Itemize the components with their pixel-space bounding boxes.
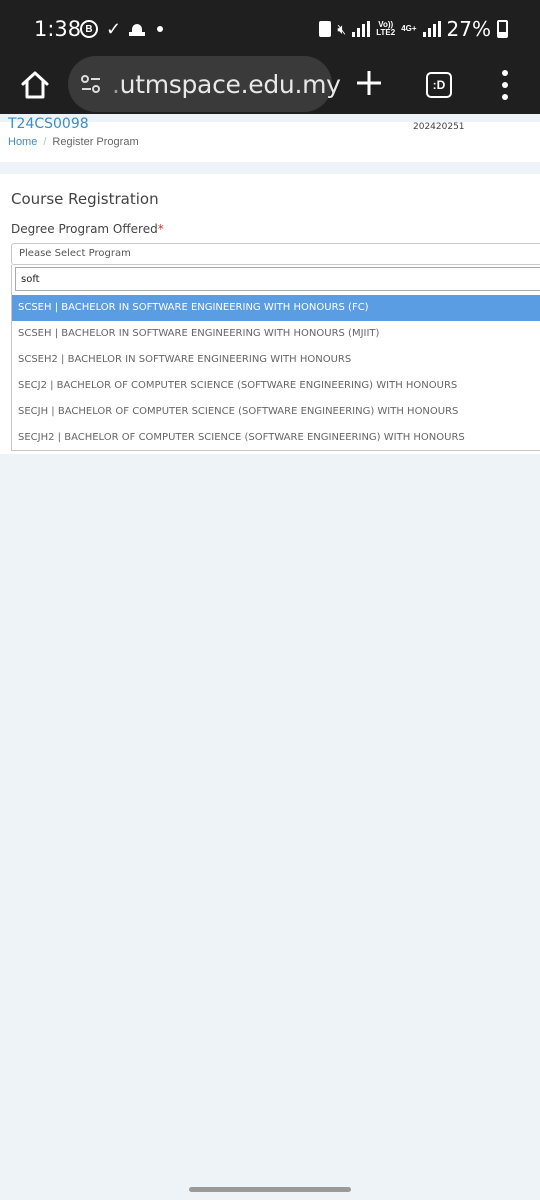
program-option[interactable]: SECJH2 | BACHELOR OF COMPUTER SCIENCE (S… [12, 425, 540, 451]
browser-toolbar: .utmspace.edu.my :D [0, 56, 540, 114]
b-circle-icon: B [80, 20, 98, 38]
session-code: 202420251 [413, 122, 465, 132]
program-option[interactable]: SCSEH2 | BACHELOR IN SOFTWARE ENGINEERIN… [12, 347, 540, 373]
new-tab-button[interactable] [352, 66, 386, 100]
program-option[interactable]: SECJ2 | BACHELOR OF COMPUTER SCIENCE (SO… [12, 373, 540, 399]
url-prefix: . [112, 69, 120, 99]
url-text[interactable]: .utmspace.edu.my [112, 70, 341, 99]
program-search-input[interactable] [15, 267, 540, 291]
registration-card: Course Registration Degree Program Offer… [0, 174, 540, 454]
status-bar: 1:38 B ✓ 🔇︎ Vo)) LTE2 4G+ 27% [0, 0, 540, 56]
breadcrumb-current: Register Program [52, 136, 139, 148]
menu-dot [502, 94, 508, 100]
breadcrumb-separator: / [43, 136, 47, 148]
check-icon: ✓ [106, 19, 122, 39]
program-field-label: Degree Program Offered* [11, 222, 164, 236]
notification-icons: B ✓ [80, 19, 164, 39]
page-header: T24CS0098 202420251 Home / Register Prog… [0, 116, 540, 162]
4g-icon: 4G+ [401, 24, 417, 33]
signal-icon [352, 21, 371, 37]
system-icons: 🔇︎ Vo)) LTE2 4G+ 27% [319, 17, 508, 41]
program-select[interactable]: Please Select Program [11, 243, 540, 265]
program-option[interactable]: SCSEH | BACHELOR IN SOFTWARE ENGINEERING… [12, 321, 540, 347]
breadcrumb: Home / Register Program [8, 136, 139, 148]
tab-switcher-button[interactable]: :D [426, 72, 452, 98]
program-dropdown: SCSEH | BACHELOR IN SOFTWARE ENGINEERING… [11, 265, 540, 451]
required-mark: * [157, 222, 164, 236]
mute-icon: 🔇︎ [337, 20, 347, 37]
program-label-text: Degree Program Offered [11, 222, 158, 236]
mosque-icon [129, 22, 146, 36]
url-domain: utmspace.edu.my [119, 69, 341, 99]
menu-dot [502, 70, 508, 76]
page-title: Course Registration [11, 190, 159, 208]
volte-icon: Vo)) LTE2 [376, 21, 395, 37]
plus-icon [357, 71, 381, 95]
matric-number: T24CS0098 [8, 116, 89, 132]
site-settings-icon[interactable] [80, 73, 102, 95]
volte-bottom-text: LTE2 [376, 28, 396, 37]
breadcrumb-home-link[interactable]: Home [8, 136, 37, 148]
home-button[interactable] [18, 68, 52, 102]
dot-icon [157, 26, 164, 32]
battery-percent: 27% [446, 17, 491, 41]
program-option[interactable]: SCSEH | BACHELOR IN SOFTWARE ENGINEERING… [12, 295, 540, 321]
more-menu-button[interactable] [499, 70, 511, 100]
gesture-handle[interactable] [189, 1187, 351, 1192]
signal-icon [422, 21, 441, 37]
web-page: T24CS0098 202420251 Home / Register Prog… [0, 114, 540, 1200]
battery-icon [497, 20, 508, 38]
program-options-list: SCSEH | BACHELOR IN SOFTWARE ENGINEERING… [12, 295, 540, 451]
clock: 1:38 [34, 17, 82, 41]
menu-dot [502, 82, 508, 88]
battery-saver-icon [319, 21, 332, 37]
address-bar[interactable]: .utmspace.edu.my [68, 56, 341, 112]
home-icon [21, 71, 49, 99]
program-option[interactable]: SECJH | BACHELOR OF COMPUTER SCIENCE (SO… [12, 399, 540, 425]
